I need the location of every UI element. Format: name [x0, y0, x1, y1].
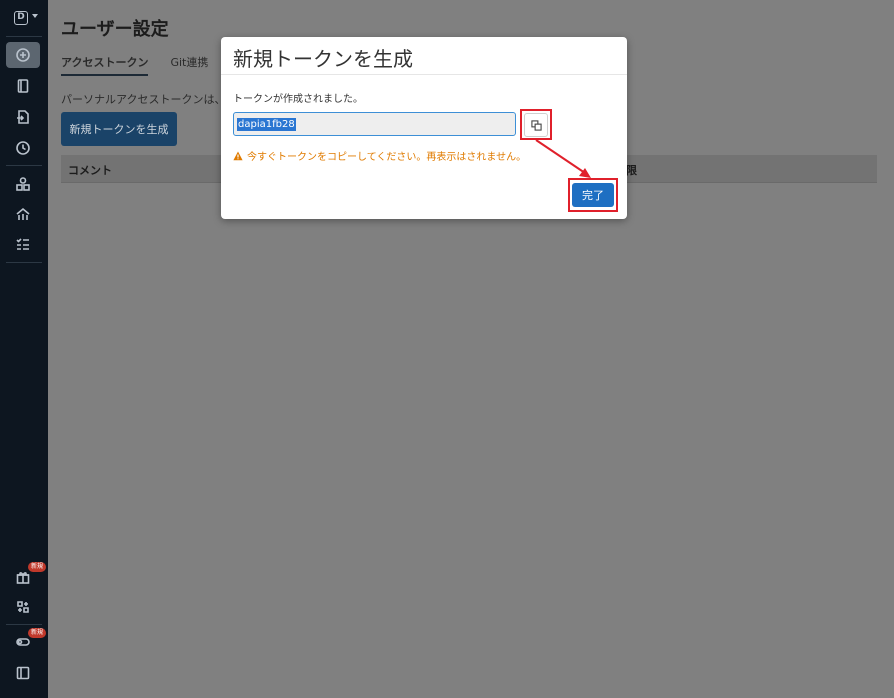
sidebar-divider — [6, 262, 42, 263]
column-comment: コメント — [68, 164, 112, 177]
done-highlight-box — [568, 178, 618, 212]
warning-text: 今すぐトークンをコピーしてください。再表示はされません。 — [247, 152, 527, 163]
new-badge: 新規 — [28, 562, 46, 572]
column-expiration: 限 — [626, 164, 637, 177]
checklist-icon — [16, 238, 29, 250]
sidebar-divider — [6, 36, 42, 37]
sidebar-divider — [6, 165, 42, 166]
chevron-down-icon[interactable] — [32, 14, 38, 18]
notebook-icon — [17, 79, 29, 93]
copy-highlight-box — [520, 109, 552, 140]
sidebar-item-tasks[interactable] — [6, 231, 40, 257]
page-title: ユーザー設定 — [61, 19, 169, 40]
tab-git-integration[interactable]: Git連携 — [170, 54, 208, 76]
settings-tabs: アクセストークン Git連携 — [61, 54, 208, 76]
sidebar-item-history[interactable] — [6, 135, 40, 161]
sidebar-item-notebook[interactable] — [6, 73, 40, 99]
copy-warning: 今すぐトークンをコピーしてください。再表示はされません。 — [233, 148, 526, 163]
sidebar-item-integrations[interactable] — [6, 594, 40, 620]
clock-icon — [16, 141, 30, 155]
generate-token-button[interactable]: 新規トークンを生成 — [61, 112, 177, 146]
sidebar-item-home[interactable] — [6, 42, 40, 68]
modal-header: 新規トークンを生成 — [221, 37, 627, 75]
token-created-message: トークンが作成されました。 — [233, 94, 363, 105]
sidebar-collapse-icon — [16, 666, 30, 680]
sidebar-item-collapse[interactable] — [6, 660, 40, 686]
gift-icon — [16, 572, 30, 584]
modal-title: 新規トークンを生成 — [233, 47, 413, 71]
plus-circle-icon — [16, 48, 30, 62]
sidebar-item-import[interactable] — [6, 104, 40, 130]
sidebar-divider — [6, 624, 42, 625]
sidebar: D 新規 新規 — [0, 0, 48, 698]
page-description: パーソナルアクセストークンは、 — [61, 93, 226, 106]
sidebar-item-network[interactable] — [6, 201, 40, 227]
token-value-selected: dapia1fb28 — [237, 118, 296, 131]
sidebar-item-shapes[interactable] — [6, 171, 40, 197]
new-badge: 新規 — [28, 628, 46, 638]
shapes-icon — [16, 177, 30, 191]
warning-icon — [233, 151, 243, 160]
file-import-icon — [17, 110, 29, 124]
tab-access-token[interactable]: アクセストークン — [61, 54, 149, 76]
generate-token-modal: 新規トークンを生成 トークンが作成されました。 dapia1fb28 今すぐトー… — [221, 37, 627, 219]
workspace-logo[interactable]: D — [14, 11, 28, 25]
network-icon — [16, 207, 30, 220]
puzzle-icon — [17, 601, 29, 613]
